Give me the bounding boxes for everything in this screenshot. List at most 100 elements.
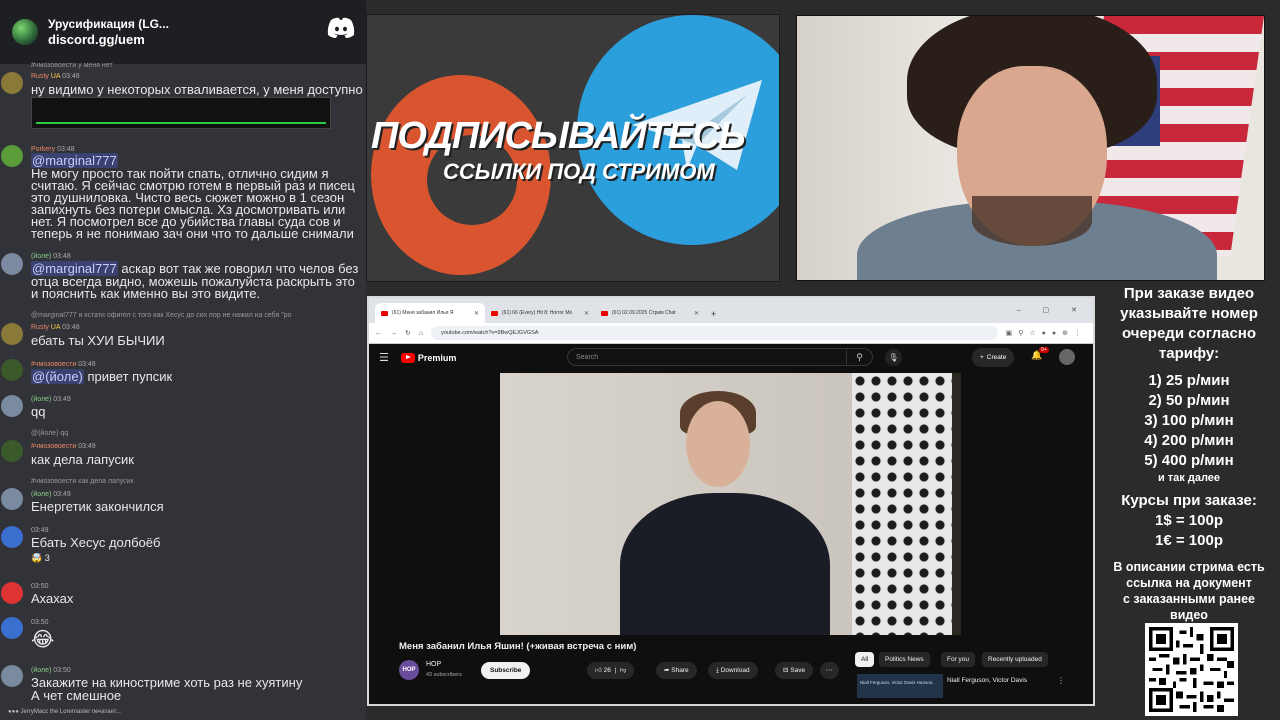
hamburger-menu-icon[interactable]: ☰ [379, 351, 389, 364]
avatar [1, 526, 23, 548]
home-icon[interactable]: ⌂ [419, 330, 423, 337]
message-meta: (йоле) 03:50 [31, 667, 71, 674]
message-meta: Rusty UA 03:48 [31, 73, 80, 80]
embedded-video-thumbnail[interactable] [31, 97, 331, 129]
avatar [1, 617, 23, 639]
browser-tab-active[interactable]: (61) Меня забанил Илья Я ✕ [375, 303, 485, 323]
info-line: указывайте номер [1120, 305, 1258, 322]
thumbs-down-icon[interactable]: 👎︎ [620, 667, 627, 674]
browser-tab[interactable]: (61) 66 (Every) Hit 8: Horror Mo ✕ [485, 303, 595, 323]
avatar [1, 665, 23, 687]
avatar [1, 440, 23, 462]
info-line: При заказе видео [1123, 285, 1255, 302]
chip-all[interactable]: All [855, 652, 875, 667]
close-tab-icon[interactable]: ✕ [474, 310, 479, 317]
message-text: qq [31, 404, 46, 419]
subscriber-count: 43 subscribers [426, 672, 462, 678]
qr-code-icon [1149, 627, 1234, 712]
url-input[interactable]: youtube.com/watch?v=9BwQEJGVGSA [431, 326, 998, 340]
youtube-play-icon [400, 352, 415, 363]
message-text: Енергетик закончился [31, 499, 164, 514]
subscribe-banner: ПОДПИСЫВАЙТЕСЬ ССЫЛКИ ПОД СТРИМОМ [366, 14, 780, 282]
chip-politics-news[interactable]: Politics News [879, 652, 930, 667]
tab-strip: (61) Меня забанил Илья Я ✕ (61) 66 (Every… [369, 298, 1093, 323]
back-icon[interactable]: ← [375, 330, 382, 337]
discord-invite[interactable]: discord.gg/uem [48, 32, 169, 48]
server-icon [12, 19, 38, 45]
avatar [1, 582, 23, 604]
tariff-item: 4) 200 р/мин [1144, 432, 1234, 449]
youtube-favicon-icon [381, 310, 388, 316]
reply-preview: #чмозовоести как дела лапусик [31, 478, 134, 485]
bookmark-icon: ⊟ [783, 667, 789, 674]
youtube-favicon-icon [601, 310, 608, 316]
message-text: и пояснить как именно вы это видите. [31, 286, 261, 301]
window-controls[interactable]: – ▢ ✕ [1017, 306, 1087, 314]
message-mention[interactable]: @(йоле) [31, 369, 84, 384]
video-curtain [852, 373, 952, 635]
more-actions-icon[interactable]: ⋯ [820, 662, 839, 679]
recommended-title[interactable]: Niall Ferguson, Victor Davis [947, 677, 1027, 684]
message-meta: #чмозовоести 03:48 [31, 361, 96, 368]
like-button[interactable]: 👍︎ 26 | 👎︎ [587, 662, 635, 679]
presenter-head [686, 401, 750, 487]
channel-avatar[interactable]: HOP [399, 660, 419, 680]
download-icon: ⤓ [716, 667, 719, 674]
video-player[interactable] [500, 373, 961, 635]
reply-preview: @marginal777 я кстати офигел с того как … [31, 312, 292, 319]
microphone-icon[interactable]: 🎙 [885, 349, 902, 366]
youtube-favicon-icon [491, 310, 498, 316]
download-button[interactable]: ⤓ Download [708, 662, 758, 679]
rate-usd: 1$ = 100р [1155, 512, 1223, 529]
tariff-etc: и так далее [1157, 472, 1221, 484]
chat-panel: Урусификация (LG... discord.gg/uem #чмоз… [0, 0, 366, 720]
chip-for-you[interactable]: For you [941, 652, 976, 667]
browser-tab[interactable]: (61) 02.09.2025 Стрим Chat ✕ [595, 303, 705, 323]
close-tab-icon[interactable]: ✕ [694, 310, 699, 317]
discord-header[interactable]: Урусификация (LG... discord.gg/uem [0, 0, 366, 64]
channel-name[interactable]: НОР [426, 661, 441, 668]
message-meta: #чмозовоести 03:49 [31, 443, 96, 450]
reaction-count[interactable]: 🤯 3 [31, 552, 50, 565]
youtube-logo[interactable]: Premium [400, 352, 456, 363]
avatar [1, 145, 23, 167]
close-tab-icon[interactable]: ✕ [584, 310, 589, 317]
extension-icons[interactable]: ▣⚲☆●●⊕⋮ [1006, 329, 1087, 337]
presenter-torso [620, 493, 830, 635]
forward-icon[interactable]: → [390, 330, 397, 337]
browser-window: (61) Меня забанил Илья Я ✕ (61) 66 (Every… [367, 296, 1095, 706]
avatar [1, 323, 23, 345]
save-button[interactable]: ⊟ Save [775, 662, 814, 679]
reload-icon[interactable]: ↻ [405, 329, 411, 337]
message-meta: (йоле) 03:49 [31, 491, 71, 498]
search-input[interactable]: Search ⚲ [567, 348, 873, 366]
more-vert-icon[interactable]: ⋮ [1057, 676, 1065, 685]
banner-subline: ССЫЛКИ ПОД СТРИМОМ [443, 159, 715, 184]
recommended-thumbnail[interactable]: Niall Ferguson, Victor Davis Hanson, [857, 674, 943, 698]
video-title: Меня забанил Илья Яшин! (+живая встреча … [399, 641, 637, 652]
streamer-beard [972, 196, 1092, 246]
message-text: ебать ты ХУИ БЫЧИИ [31, 333, 165, 348]
thumbs-up-icon: 👍︎ [595, 667, 602, 674]
tariff-item: 1) 25 р/мин [1148, 372, 1230, 389]
message-meta: 03:49 [31, 527, 49, 534]
notification-badge: 9+ [1039, 347, 1049, 353]
banner-headline: ПОДПИСЫВАЙТЕСЬ [371, 115, 746, 157]
subscribe-button[interactable]: Subscribe [481, 662, 531, 679]
share-button[interactable]: ➦ Share [656, 662, 697, 679]
reply-preview: #чмозовоести у меня нет [31, 62, 113, 69]
qr-code [1145, 623, 1238, 716]
description-note: с заказанными ранее [1122, 592, 1255, 606]
create-button[interactable]: + Create [972, 348, 1015, 367]
account-avatar[interactable] [1059, 349, 1075, 365]
avatar [1, 359, 23, 381]
tariff-item: 2) 50 р/мин [1148, 392, 1230, 409]
youtube-header: ☰ Premium Search ⚲ 🎙 + Create 🔔 9+ [369, 344, 1093, 371]
chip-recently-uploaded[interactable]: Recently uploaded [982, 652, 1048, 667]
search-icon[interactable]: ⚲ [846, 349, 872, 365]
new-tab-button[interactable]: + [705, 309, 722, 323]
rates-title: Курсы при заказе: [1121, 492, 1257, 509]
message-text: А чет смешное [31, 688, 122, 703]
message-text: теперь я не понимаю зач они что то дальш… [31, 226, 354, 241]
reply-preview: @(йоле) qq [31, 430, 69, 437]
